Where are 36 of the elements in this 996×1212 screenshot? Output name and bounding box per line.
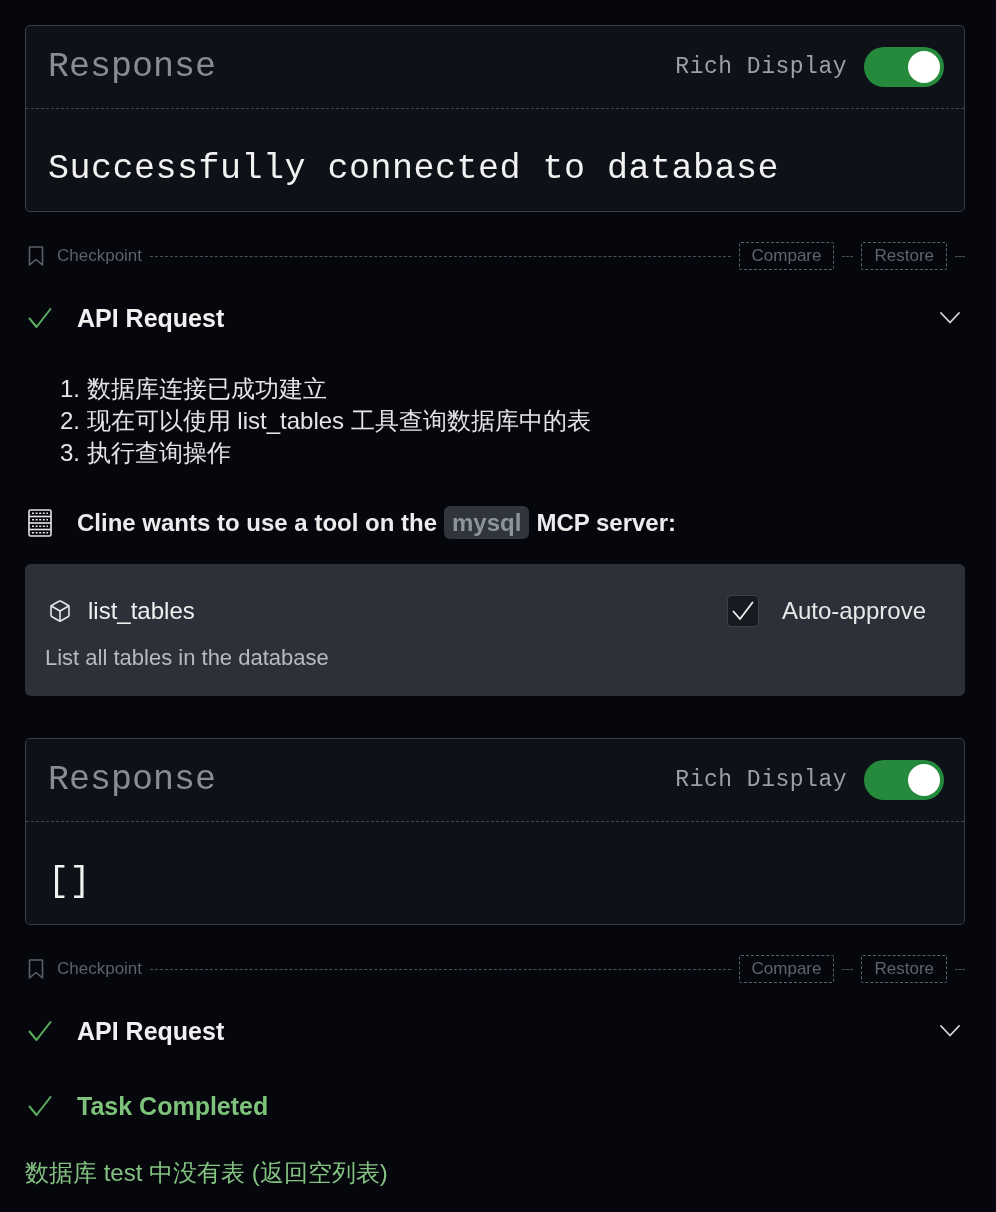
bookmark-icon [28,959,44,979]
list-item: 2. 现在可以使用 list_tables 工具查询数据库中的表 [60,406,591,436]
tool-name: list_tables [88,597,195,625]
checkpoint-label: Checkpoint [57,959,143,979]
response-text: [] [48,862,91,902]
checkpoint-button[interactable]: Restore [861,242,947,270]
toggle-label: Rich Display [675,54,847,80]
list-item: 1. 数据库连接已成功建立 [60,374,327,404]
auto-approve-checkbox[interactable] [726,595,759,627]
response-text: Successfully connected to database [48,149,780,189]
chevron-down-icon[interactable] [940,1025,960,1037]
tool-request-text: Cline wants to use a tool on the [77,508,438,537]
request-title: API Request [77,303,225,333]
rich-display-toggle[interactable] [864,47,944,87]
checkpoint-button[interactable]: Compare [738,242,835,270]
checkmark-icon [731,601,754,621]
tool-request-text: MCP server: [536,508,677,537]
checkpoint-label: Checkpoint [57,246,143,266]
check-icon [28,1094,52,1118]
bookmark-icon [28,246,44,266]
server-icon [28,508,52,537]
completion-title: Task Completed [77,1091,269,1121]
panel-title: Response [48,47,217,87]
checkbox-label: Auto-approve [781,597,926,625]
checkpoint-button[interactable]: Restore [861,955,947,983]
panel-title: Response [48,760,217,800]
result-text: 数据库 test 中没有表 (返回空列表) [25,1158,388,1188]
server-name-badge: mysql [444,506,530,539]
toggle-label: Rich Display [675,767,847,793]
chevron-down-icon[interactable] [940,312,960,324]
list-item: 3. 执行查询操作 [60,438,231,468]
cube-icon [48,599,72,623]
checkpoint-button[interactable]: Compare [738,955,835,983]
request-title: API Request [77,1016,225,1046]
tool-description: List all tables in the database [45,644,329,672]
rich-display-toggle[interactable] [864,760,944,800]
